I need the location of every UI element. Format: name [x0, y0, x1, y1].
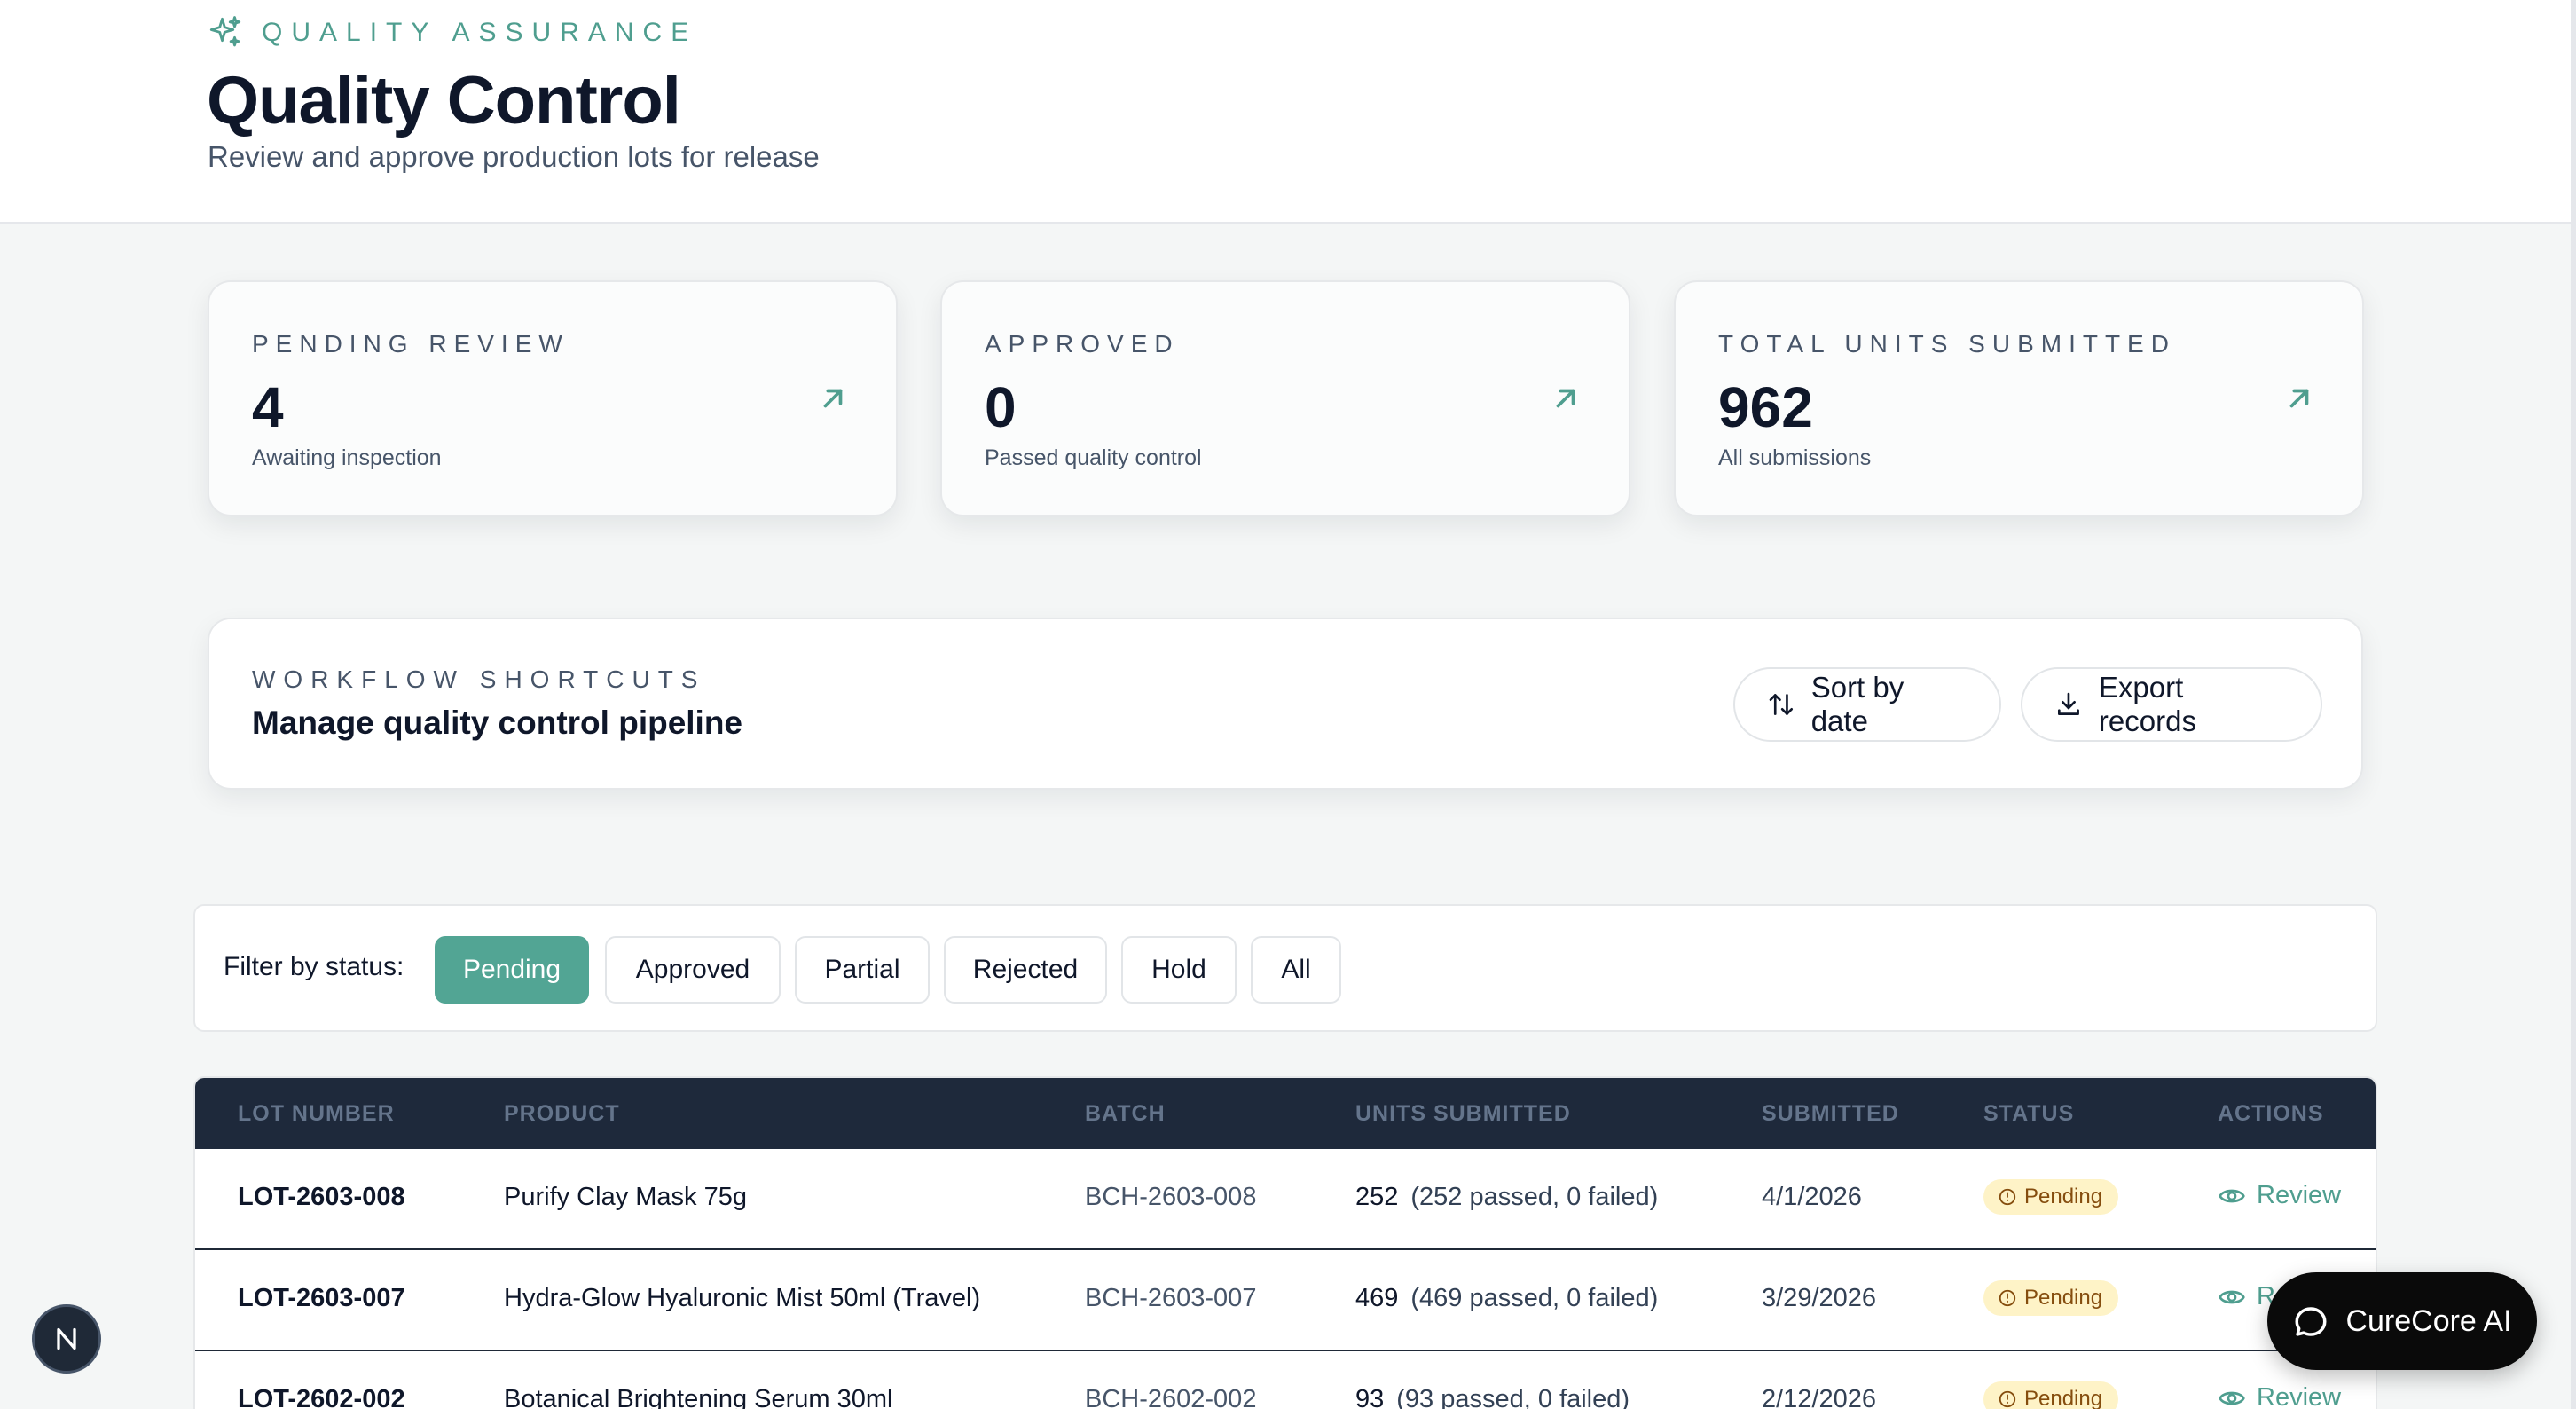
filter-chip-hold[interactable]: Hold	[1121, 936, 1237, 1004]
sort-by-date-button[interactable]: Sort by date	[1733, 667, 2001, 742]
column-header-product[interactable]: PRODUCT	[504, 1101, 620, 1127]
workflow-title: Manage quality control pipeline	[252, 704, 743, 741]
download-icon	[2057, 692, 2079, 715]
units-submitted: 252 (252 passed, 0 failed)	[1355, 1183, 1658, 1212]
ai-assistant-button[interactable]: CureCore AI	[2267, 1272, 2537, 1370]
table-header: LOT NUMBER PRODUCT BATCH UNITS SUBMITTED…	[195, 1078, 2376, 1149]
ai-assistant-label: CureCore AI	[2345, 1303, 2512, 1338]
units-submitted: 93 (93 passed, 0 failed)	[1355, 1385, 1630, 1409]
page-scrollbar-track[interactable]	[2571, 0, 2576, 1409]
chat-bubble-icon	[2295, 1307, 2327, 1336]
units-count: 469	[1355, 1284, 1399, 1312]
column-header-batch[interactable]: BATCH	[1085, 1101, 1166, 1127]
stat-card-approved[interactable]: APPROVED 0 Passed quality control	[940, 280, 1630, 516]
clock-icon	[1999, 1390, 2016, 1408]
arrow-up-right-icon	[2289, 389, 2309, 408]
review-button[interactable]: Review	[2218, 1383, 2341, 1409]
column-header-submitted[interactable]: SUBMITTED	[1762, 1101, 1899, 1127]
export-records-button[interactable]: Export records	[2021, 667, 2322, 742]
eye-icon	[2219, 1391, 2245, 1405]
review-label: Review	[2257, 1181, 2342, 1209]
filter-chip-partial[interactable]: Partial	[795, 936, 930, 1004]
lot-number: LOT-2603-008	[238, 1183, 405, 1211]
workflow-label: WORKFLOW SHORTCUTS	[252, 665, 706, 693]
submitted-date: 3/29/2026	[1762, 1284, 1877, 1312]
n-logo-icon	[57, 1327, 76, 1350]
page-title: Quality Control	[207, 63, 681, 138]
status-label: Pending	[2024, 1185, 2103, 1208]
arrow-up-right-icon	[823, 389, 843, 408]
filter-chip-rejected[interactable]: Rejected	[944, 936, 1107, 1004]
stat-label: APPROVED	[985, 330, 1180, 358]
review-label: Review	[2257, 1383, 2342, 1409]
review-button[interactable]: Review	[2218, 1181, 2341, 1210]
batch-number: BCH-2603-007	[1085, 1284, 1257, 1312]
stat-card-pending-review[interactable]: PENDING REVIEW 4 Awaiting inspection	[208, 280, 898, 516]
units-detail: (93 passed, 0 failed)	[1396, 1385, 1630, 1409]
units-detail: (469 passed, 0 failed)	[1410, 1284, 1659, 1312]
clock-icon	[1999, 1289, 2016, 1307]
status-badge: Pending	[1983, 1381, 2119, 1409]
column-header-actions: ACTIONS	[2218, 1101, 2324, 1126]
product-name: Hydra-Glow Hyaluronic Mist 50ml (Travel)	[504, 1284, 981, 1312]
lots-table: LOT NUMBER PRODUCT BATCH UNITS SUBMITTED…	[193, 1076, 2377, 1409]
filter-chip-approved[interactable]: Approved	[605, 936, 781, 1004]
status-badge: Pending	[1983, 1280, 2119, 1316]
workflow-shortcuts-panel: WORKFLOW SHORTCUTS Manage quality contro…	[208, 618, 2363, 790]
stat-label: TOTAL UNITS SUBMITTED	[1718, 330, 2176, 358]
units-detail: (252 passed, 0 failed)	[1410, 1183, 1659, 1211]
dev-tools-button[interactable]	[32, 1304, 101, 1374]
units-count: 252	[1355, 1183, 1399, 1211]
units-submitted: 469 (469 passed, 0 failed)	[1355, 1284, 1658, 1313]
status-label: Pending	[2024, 1387, 2103, 1409]
stat-label: PENDING REVIEW	[252, 330, 569, 358]
clock-icon	[1999, 1188, 2016, 1206]
stat-card-total-units[interactable]: TOTAL UNITS SUBMITTED 962 All submission…	[1674, 280, 2364, 516]
eyebrow-label: QUALITY ASSURANCE	[262, 18, 698, 47]
sort-arrows-icon	[1769, 694, 1794, 715]
stat-note: Passed quality control	[985, 445, 1202, 470]
lot-number: LOT-2603-007	[238, 1284, 405, 1312]
batch-number: BCH-2603-008	[1085, 1183, 1257, 1211]
stat-note: Awaiting inspection	[252, 445, 442, 470]
submitted-date: 4/1/2026	[1762, 1183, 1862, 1211]
status-filter-bar: Filter by status: Pending Approved Parti…	[193, 904, 2377, 1032]
filter-chip-pending[interactable]: Pending	[435, 936, 589, 1004]
eyebrow: QUALITY ASSURANCE	[207, 14, 697, 51]
table-row[interactable]: LOT-2603-007 Hydra-Glow Hyaluronic Mist …	[195, 1250, 2376, 1351]
sparkles-icon	[209, 16, 241, 47]
page-subtitle: Review and approve production lots for r…	[208, 140, 820, 173]
table-row[interactable]: LOT-2602-002 Botanical Brightening Serum…	[195, 1351, 2376, 1409]
column-header-status[interactable]: STATUS	[1983, 1101, 2074, 1127]
lot-number: LOT-2602-002	[238, 1385, 405, 1409]
table-row[interactable]: LOT-2603-008 Purify Clay Mask 75g BCH-26…	[195, 1149, 2376, 1250]
status-badge: Pending	[1983, 1179, 2119, 1215]
stat-value: 962	[1718, 375, 1813, 439]
batch-number: BCH-2602-002	[1085, 1385, 1257, 1409]
arrow-up-right-icon	[1556, 389, 1575, 408]
stat-note: All submissions	[1718, 445, 1872, 470]
eye-icon	[2219, 1290, 2245, 1303]
units-count: 93	[1355, 1385, 1385, 1409]
stat-value: 4	[252, 375, 284, 439]
export-records-label: Export records	[2098, 671, 2196, 737]
sort-by-date-label: Sort by date	[1810, 671, 1905, 737]
column-header-lot-number[interactable]: LOT NUMBER	[238, 1101, 395, 1127]
quality-control-page: QUALITY ASSURANCE Quality Control Review…	[0, 0, 2576, 1409]
stat-value: 0	[985, 375, 1017, 439]
filter-label: Filter by status:	[224, 952, 404, 981]
product-name: Botanical Brightening Serum 30ml	[504, 1385, 893, 1409]
column-header-units-submitted[interactable]: UNITS SUBMITTED	[1355, 1101, 1571, 1127]
submitted-date: 2/12/2026	[1762, 1385, 1877, 1409]
status-label: Pending	[2024, 1286, 2103, 1310]
filter-chip-all[interactable]: All	[1251, 936, 1341, 1004]
page-header: QUALITY ASSURANCE Quality Control Review…	[0, 0, 2576, 224]
eye-icon	[2219, 1189, 2245, 1202]
product-name: Purify Clay Mask 75g	[504, 1183, 747, 1211]
